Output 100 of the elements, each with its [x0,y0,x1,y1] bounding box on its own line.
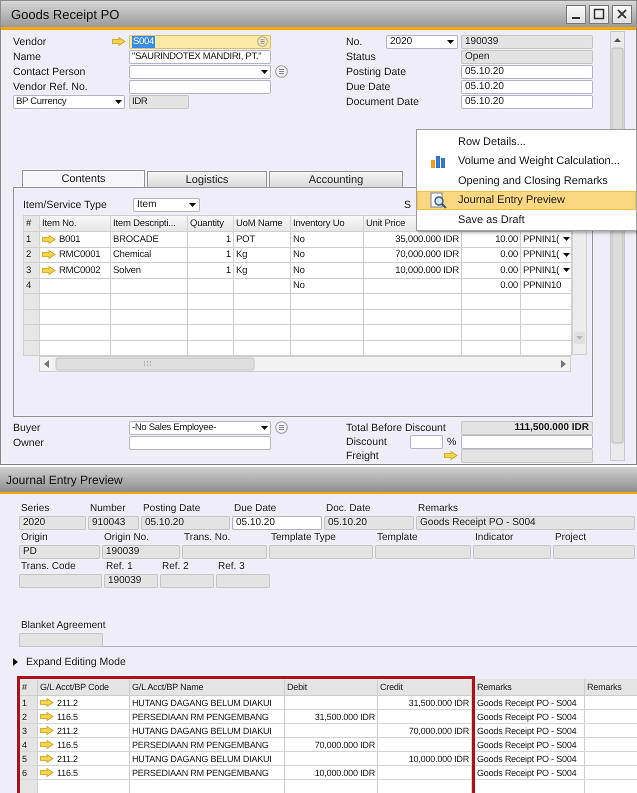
text-field[interactable] [129,436,271,450]
arrow-icon[interactable] [42,266,56,275]
table-cell[interactable]: B001 [40,232,111,248]
text-field[interactable] [160,574,214,588]
table-cell [462,310,521,325]
minimize-button[interactable] [566,4,586,24]
text-field[interactable]: 05.10.20 [461,80,593,94]
table-cell: PERSEDIAAN RM PENGEMBANG [130,738,285,752]
list-icon[interactable] [275,65,288,78]
dropdown[interactable]: Item [133,198,200,212]
text-field[interactable] [269,545,373,559]
column-header[interactable]: # [24,216,40,232]
table-cell: 31,500.000 IDR [378,696,472,710]
table-cell[interactable]: RMC0002 [40,263,111,278]
dropdown[interactable]: BP Currency [13,94,125,108]
column-header[interactable]: UoM Name [234,216,291,232]
menu-item[interactable]: Volume and Weight Calculation... [417,152,636,171]
arrow-icon[interactable] [42,250,56,260]
text-field[interactable] [473,545,551,559]
text-field[interactable]: 2020 [19,516,86,530]
table-cell [521,294,572,310]
dropdown[interactable]: -No Sales Employee- [129,420,271,434]
arrow-icon[interactable] [40,768,54,777]
close-button[interactable] [612,4,632,24]
column-header[interactable]: Inventory Uo [291,216,364,232]
table-cell [188,340,234,356]
list-icon[interactable] [275,421,288,434]
readonly-field[interactable] [461,448,593,462]
text-field[interactable]: 05.10.20 [232,516,322,530]
horizontal-scrollbar[interactable] [39,356,571,372]
text-field[interactable] [375,545,471,559]
menu-item[interactable]: Row Details... [417,132,636,152]
text-field[interactable]: 05.10.20 [324,516,414,530]
table-cell [585,780,637,793]
table-cell[interactable]: PPNIN1( [521,263,572,278]
text-field[interactable] [19,574,102,588]
readonly-field[interactable]: 190039 [461,34,593,48]
text-field[interactable] [461,434,593,448]
column-header[interactable]: Item Descripti... [111,216,188,232]
series-dropdown[interactable]: 2020 [386,34,458,48]
expand-toggle[interactable]: Expand Editing Mode [12,655,126,669]
table-cell[interactable]: PPNIN1( [521,232,572,248]
column-header[interactable]: Debit [285,679,378,696]
table-cell[interactable]: PPNIN10 [521,278,572,294]
column-header[interactable]: # [20,679,38,696]
column-header[interactable]: Item No. [40,216,111,232]
arrow-icon[interactable] [40,712,54,721]
window-title: Goods Receipt PO [11,6,120,22]
column-header[interactable]: G/L Acct/BP Code [38,679,130,696]
column-header[interactable]: Quantity [188,216,234,232]
arrow-icon[interactable] [42,234,56,244]
text-field[interactable] [410,434,443,448]
text-field[interactable]: 190039 [104,574,158,588]
text-field[interactable]: Goods Receipt PO - S004 [416,516,635,530]
table-cell[interactable]: 211.2 [38,752,130,766]
menu-item[interactable]: Journal Entry Preview [417,190,636,210]
text-field[interactable] [182,545,267,559]
text-field[interactable] [553,545,635,559]
list-icon[interactable] [257,36,268,47]
column-header[interactable]: Remarks [475,679,585,696]
table-cell[interactable]: 116.5 [38,766,130,780]
text-field[interactable]: "SAURINDOTEX MANDIRI, PT." [129,50,271,64]
column-header[interactable]: G/L Acct/BP Name [130,679,285,696]
column-header[interactable]: Remarks [585,679,637,696]
percent-sign: % [447,436,456,448]
dropdown[interactable] [129,64,271,78]
table-cell[interactable]: 211.2 [38,724,130,738]
table-cell[interactable]: 116.5 [38,710,130,724]
table-cell: 10,000.000 IDR [378,752,472,766]
arrow-icon[interactable] [40,740,54,749]
table-cell [40,340,111,356]
text-field[interactable]: 05.10.20 [141,516,230,530]
arrow-icon[interactable] [112,37,126,46]
table-cell[interactable] [40,278,111,294]
arrow-icon[interactable] [40,726,54,735]
arrow-icon[interactable] [40,754,54,763]
readonly-field[interactable]: Open [461,50,593,64]
field-label: Vendor [13,36,46,48]
readonly-field[interactable]: 111,500.000 IDR [461,420,593,434]
maximize-button[interactable] [589,4,609,24]
text-field[interactable] [129,80,271,94]
arrow-icon[interactable] [444,451,458,460]
text-field[interactable]: PD [19,545,100,559]
table-cell[interactable]: 211.2 [38,696,130,710]
text-field[interactable]: 910043 [88,516,139,530]
text-field[interactable] [19,633,103,647]
menu-item[interactable]: Opening and Closing Remarks [417,171,636,190]
readonly-field[interactable]: IDR [129,94,189,108]
table-cell[interactable]: 116.5 [38,738,130,752]
table-cell[interactable]: RMC0001 [40,248,111,263]
text-field[interactable] [216,574,270,588]
text-field[interactable]: 190039 [102,545,180,559]
arrow-icon[interactable] [40,698,54,707]
table-cell[interactable]: PPNIN1( [521,248,572,263]
text-field[interactable]: 05.10.20 [461,64,593,78]
text-field[interactable]: 05.10.20 [461,94,593,108]
tab[interactable]: Contents [22,170,145,187]
column-header[interactable]: Credit [378,679,472,696]
tab[interactable]: Accounting [269,171,403,187]
tab[interactable]: Logistics [147,171,267,187]
